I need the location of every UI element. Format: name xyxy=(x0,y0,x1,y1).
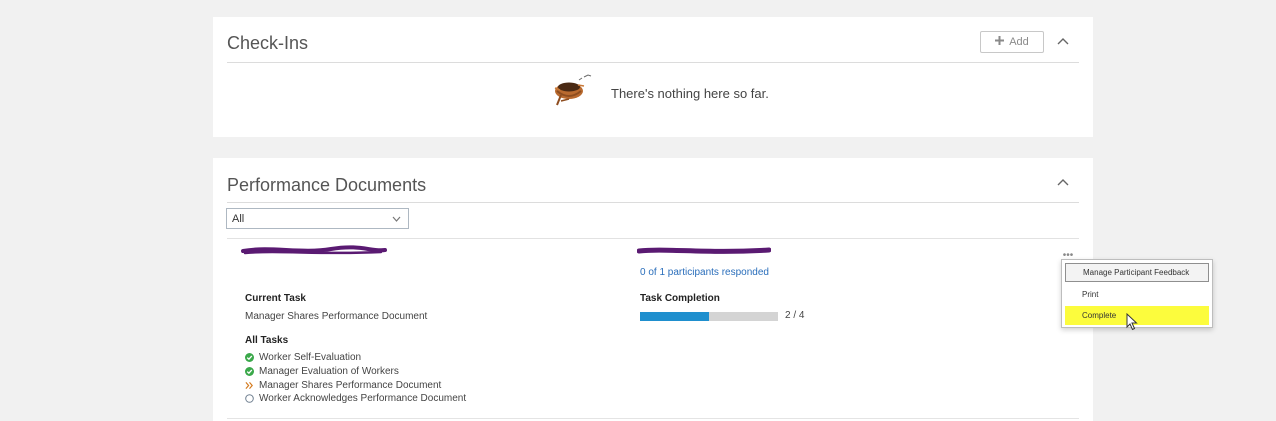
redacted-participant-name xyxy=(637,247,771,254)
plus-icon xyxy=(995,36,1005,48)
chevron-up-icon xyxy=(1057,173,1069,191)
menu-item-print[interactable]: Print xyxy=(1065,285,1209,304)
checkins-divider xyxy=(227,62,1079,63)
task-completion-progress-bar xyxy=(640,312,778,321)
performance-documents-card: Performance Documents All 0 of 1 partici… xyxy=(213,158,1093,421)
chevron-up-icon xyxy=(1057,32,1069,50)
mouse-cursor-icon xyxy=(1126,313,1138,331)
all-tasks-label: All Tasks xyxy=(245,335,289,346)
document-bottom-divider xyxy=(227,418,1079,419)
task-label: Worker Acknowledges Performance Document xyxy=(259,393,467,405)
check-circle-icon xyxy=(245,353,254,363)
task-item: Manager Evaluation of Workers xyxy=(245,365,466,379)
add-checkin-label: Add xyxy=(1009,36,1029,48)
task-label: Worker Self-Evaluation xyxy=(259,352,362,364)
all-tasks-list: Worker Self-Evaluation Manager Evaluatio… xyxy=(245,351,466,406)
checkins-empty-text: There's nothing here so far. xyxy=(611,85,769,101)
document-filter-select[interactable]: All xyxy=(226,208,409,229)
collapse-performance-documents-button[interactable] xyxy=(1053,172,1073,192)
performance-documents-divider xyxy=(227,202,1079,203)
check-circle-icon xyxy=(245,367,254,377)
bird-nest-icon xyxy=(551,71,597,116)
document-filter-value: All xyxy=(232,212,245,225)
task-completion-progress-fill xyxy=(640,312,709,321)
task-label: Manager Shares Performance Document xyxy=(259,379,442,391)
task-completion-label: Task Completion xyxy=(640,293,720,304)
collapse-checkins-button[interactable] xyxy=(1053,31,1073,51)
performance-documents-title: Performance Documents xyxy=(227,175,427,195)
filter-divider xyxy=(227,238,1079,239)
empty-circle-icon xyxy=(245,394,254,404)
current-task-label: Current Task xyxy=(245,293,306,304)
task-completion-text: 2 / 4 xyxy=(785,310,805,321)
task-item: Worker Acknowledges Performance Document xyxy=(245,392,466,406)
add-checkin-button[interactable]: Add xyxy=(980,31,1044,53)
task-item: Worker Self-Evaluation xyxy=(245,351,466,365)
chevron-down-icon xyxy=(392,213,401,225)
checkins-title: Check-Ins xyxy=(227,33,309,53)
participants-responded-link[interactable]: 0 of 1 participants responded xyxy=(640,267,769,278)
checkins-card: Check-Ins Add There's nothing here so fa… xyxy=(213,17,1093,137)
redacted-document-name xyxy=(241,245,387,255)
menu-item-manage-participant-feedback[interactable]: Manage Participant Feedback xyxy=(1065,263,1209,282)
checkins-empty-state: There's nothing here so far. xyxy=(551,73,769,113)
double-chevron-right-icon xyxy=(245,381,254,390)
task-item: Manager Shares Performance Document xyxy=(245,378,466,392)
task-label: Manager Evaluation of Workers xyxy=(259,366,399,378)
current-task-value: Manager Shares Performance Document xyxy=(245,311,428,322)
